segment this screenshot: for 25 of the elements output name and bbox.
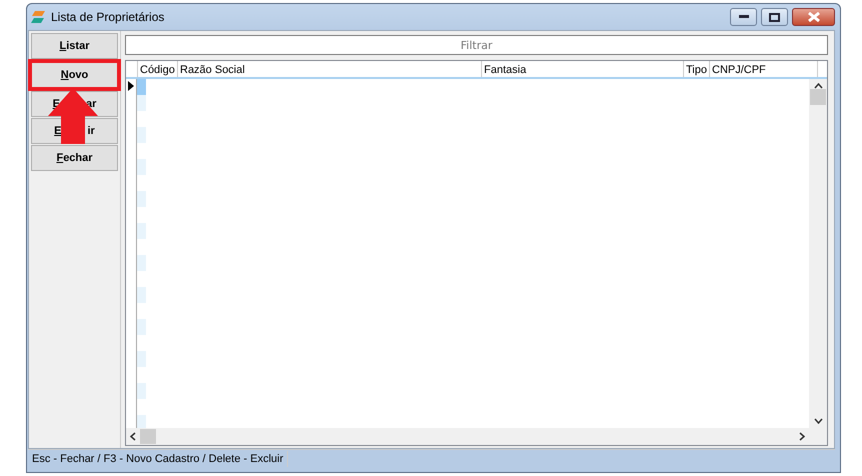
sidebar-button[interactable]: Novo: [31, 62, 118, 88]
maximize-button[interactable]: [761, 8, 788, 26]
column-header[interactable]: CNPJ/CPF: [710, 61, 818, 77]
close-icon: [808, 12, 820, 22]
minimize-icon: [738, 15, 748, 19]
app-icon: [31, 11, 45, 23]
current-row-icon: [128, 81, 134, 91]
column-header[interactable]: Tipo: [684, 61, 710, 77]
scroll-down-icon[interactable]: [814, 418, 822, 424]
column-header[interactable]: Razão Social: [178, 61, 482, 77]
filter-field[interactable]: Filtrar: [125, 35, 828, 55]
close-button[interactable]: [792, 8, 835, 26]
scroll-thumb[interactable]: [140, 429, 156, 444]
scroll-left-icon[interactable]: [130, 432, 136, 441]
status-text: Esc - Fechar / F3 - Novo Cadastro / Delete - Excluir: [28, 450, 288, 468]
column-header[interactable]: Código: [138, 61, 178, 77]
sidebar-button[interactable]: Fechar: [31, 145, 118, 171]
scroll-up-icon[interactable]: [814, 83, 822, 89]
minimize-button[interactable]: [730, 8, 757, 26]
column-header[interactable]: Fantasia: [482, 61, 684, 77]
scroll-right-icon[interactable]: [799, 432, 805, 441]
sidebar-button[interactable]: Listar: [31, 33, 118, 59]
scroll-thumb[interactable]: [810, 89, 826, 105]
maximize-icon: [769, 12, 780, 22]
window-title: Lista de Proprietários: [51, 9, 164, 26]
